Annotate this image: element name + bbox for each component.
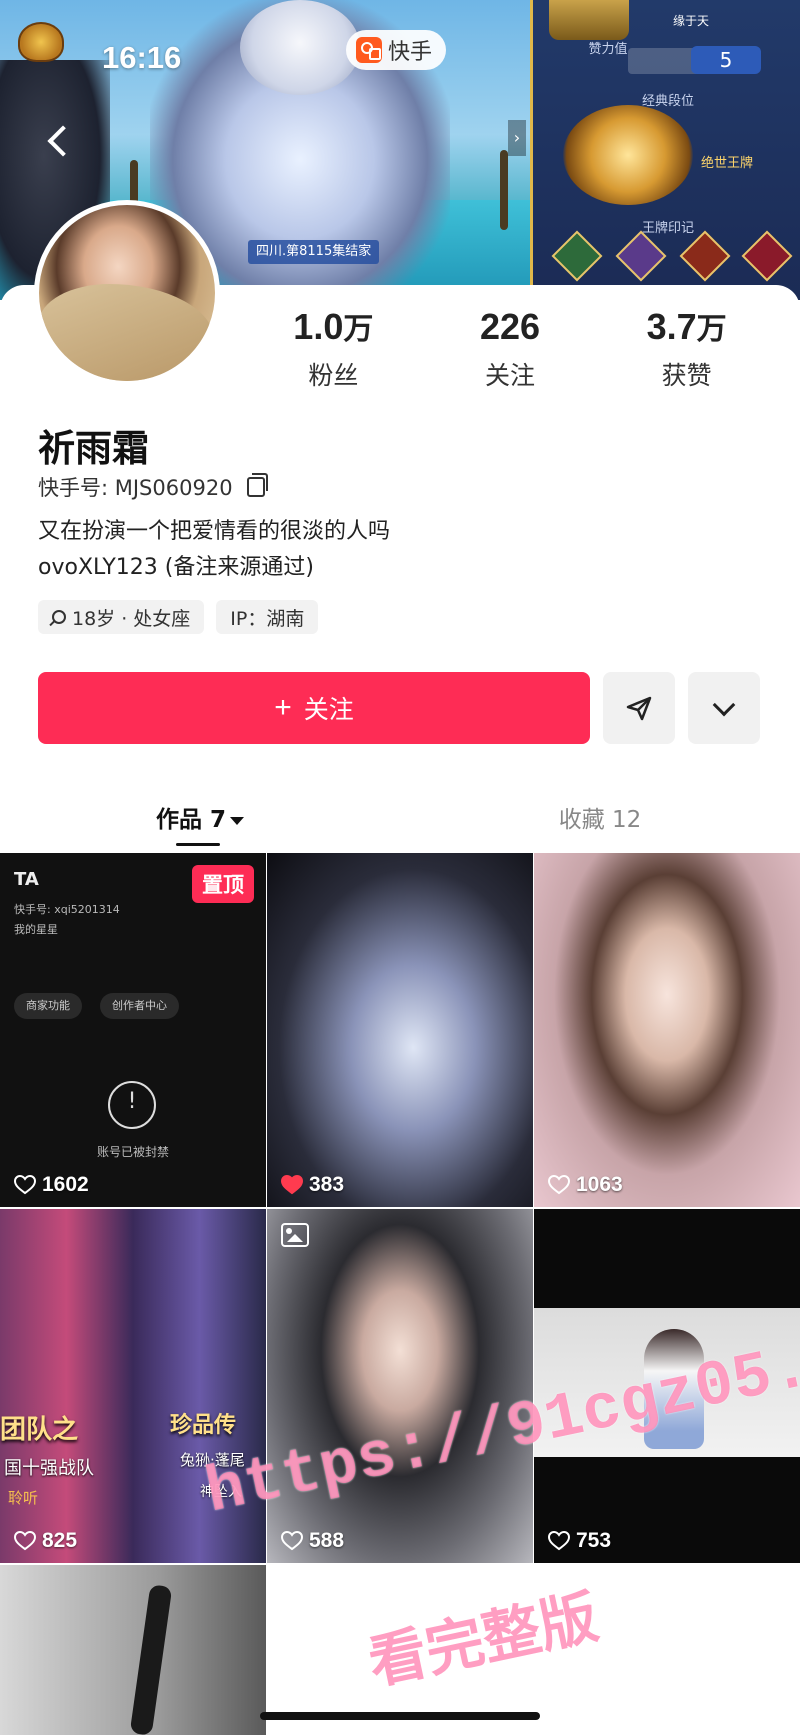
- classic-rank-label: 经典段位: [641, 94, 694, 109]
- game-text: 珍品传: [170, 1413, 237, 1438]
- heart-icon: [13, 1174, 37, 1195]
- tab-favorites[interactable]: 收藏 12: [400, 790, 800, 848]
- heart-icon: [280, 1530, 304, 1551]
- heart-icon: [280, 1174, 304, 1195]
- rank-frame-icon: [549, 0, 629, 40]
- gallery-icon: [281, 1223, 309, 1247]
- heart-icon: [547, 1174, 571, 1195]
- like-count-value: 383: [309, 1173, 345, 1196]
- palm-tree: [500, 150, 508, 230]
- chevron-right-icon[interactable]: ›: [508, 120, 526, 156]
- tab-works-label: 作品 7: [155, 807, 226, 833]
- stat-label: 粉丝: [308, 361, 359, 390]
- rank-badge-icon: [563, 105, 693, 205]
- figure-shape: [129, 1584, 173, 1735]
- like-count: 825: [13, 1529, 78, 1553]
- copy-icon[interactable]: [246, 473, 268, 497]
- mark-icon: [741, 230, 793, 282]
- cell-star-line: 我的星星: [14, 923, 58, 936]
- like-count: 1063: [547, 1173, 623, 1197]
- cell-btn: 创作者中心: [100, 993, 179, 1019]
- game-text: 团队之: [0, 1415, 79, 1445]
- kuaishou-id-text: 快手号: MJS060920: [38, 476, 233, 500]
- bio-line: ovoXLY123 (备注来源通过): [38, 555, 314, 580]
- tab-favorites-label: 收藏 12: [558, 807, 642, 833]
- profile-tags: 18岁 · 处女座 IP：湖南: [38, 600, 319, 634]
- stat-value: 1.0万: [293, 306, 374, 347]
- game-text: 聆听: [8, 1489, 39, 1507]
- stat-value: 226: [479, 306, 541, 347]
- kuaishou-badge-label: 快手: [388, 40, 433, 65]
- stat-fans[interactable]: 1.0万 粉丝: [253, 305, 413, 392]
- rank-emblem-icon: [18, 22, 64, 62]
- work-item[interactable]: 383: [267, 853, 533, 1207]
- like-count: 753: [547, 1529, 612, 1553]
- chevron-down-icon: [712, 693, 736, 717]
- pinned-badge: 置顶: [192, 865, 254, 903]
- tag-ip-text: IP：湖南: [230, 607, 305, 630]
- tab-works[interactable]: 作品 7: [0, 790, 400, 848]
- heart-icon: [13, 1530, 37, 1551]
- tag-ip: IP：湖南: [216, 600, 319, 634]
- cell-id-line: 快手号: xqi5201314: [14, 903, 120, 916]
- heart-icon: [547, 1530, 571, 1551]
- bio-line: 又在扮演一个把爱情看的很淡的人吗: [38, 519, 391, 544]
- mark-icon: [615, 230, 667, 282]
- battery-indicator: 5: [691, 46, 761, 74]
- profile-tabs: 作品 7 收藏 12: [0, 790, 800, 848]
- kuaishou-logo-icon: [356, 37, 382, 63]
- stat-label: 关注: [484, 361, 535, 390]
- like-count-value: 1063: [576, 1173, 623, 1196]
- home-indicator[interactable]: [260, 1712, 540, 1720]
- like-count: 383: [280, 1173, 345, 1197]
- banner-rank-panel: 缘于天 赞力值 5 经典段位 绝世王牌 王牌印记: [530, 0, 800, 300]
- stat-label: 获赞: [661, 361, 712, 390]
- search-icon: [52, 610, 66, 624]
- cell-btn: 商家功能: [14, 993, 82, 1019]
- send-icon: [626, 696, 652, 721]
- tag-age-text: 18岁 · 处女座: [72, 607, 191, 630]
- ban-notice: 账号已被封禁: [96, 1145, 169, 1159]
- follow-button-label: 关注: [303, 696, 354, 724]
- stat-following[interactable]: 226 关注: [430, 305, 590, 392]
- caret-down-icon: [230, 816, 244, 825]
- kuaishou-badge: 快手: [346, 30, 447, 70]
- like-count-value: 588: [309, 1529, 345, 1552]
- like-count-value: 753: [576, 1529, 612, 1552]
- stat-value: 3.7万: [646, 306, 727, 347]
- game-text: 国十强战队: [4, 1458, 94, 1479]
- banner-cat-head: [240, 0, 360, 95]
- warning-icon: [108, 1081, 156, 1129]
- mark-icon: [679, 230, 731, 282]
- works-grid: TA 快手号: xqi5201314 我的星星 商家功能 创作者中心 置顶 账号…: [0, 853, 800, 1735]
- rank-name: 绝世王牌: [701, 156, 754, 171]
- share-button[interactable]: [603, 672, 675, 744]
- cell-ta-title: TA: [14, 869, 39, 890]
- work-item[interactable]: TA 快手号: xqi5201314 我的星星 商家功能 创作者中心 置顶 账号…: [0, 853, 266, 1207]
- work-item[interactable]: [0, 1565, 266, 1735]
- like-count-value: 825: [42, 1529, 78, 1552]
- kuaishou-id: 快手号: MJS060920: [38, 472, 268, 502]
- like-count: 588: [280, 1529, 345, 1553]
- like-count-value: 1602: [42, 1173, 89, 1196]
- like-count: 1602: [13, 1173, 89, 1197]
- profile-stats: 1.0万 粉丝 226 关注 3.7万 获赞: [245, 305, 775, 392]
- profile-bio: 又在扮演一个把爱情看的很淡的人吗 ovoXLY123 (备注来源通过): [38, 514, 390, 586]
- mark-icon: [551, 230, 603, 282]
- plus-icon: +: [274, 691, 292, 724]
- follow-button[interactable]: + 关注: [38, 672, 590, 744]
- banner-user-tag: 缘于天: [673, 14, 710, 28]
- more-button[interactable]: [688, 672, 760, 744]
- region-tag: 四川.第8115集结家: [248, 240, 380, 264]
- stat-likes[interactable]: 3.7万 获赞: [607, 305, 767, 392]
- avatar[interactable]: [34, 200, 220, 386]
- work-item[interactable]: 1063: [534, 853, 800, 1207]
- tag-age: 18岁 · 处女座: [38, 600, 205, 634]
- status-time: 16:16: [102, 40, 182, 75]
- profile-name: 祈雨霜: [38, 427, 149, 470]
